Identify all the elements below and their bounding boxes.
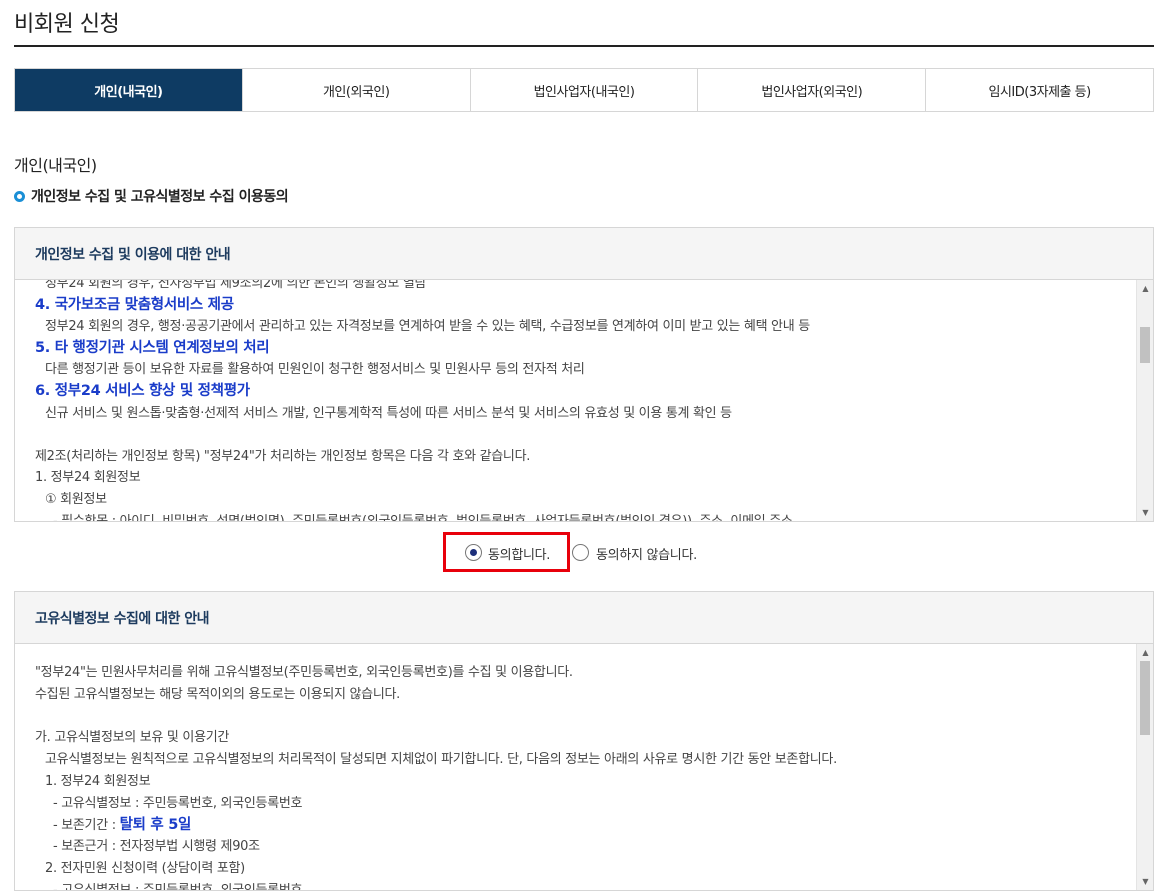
tab-korean-corporation[interactable]: 법인사업자(내국인) xyxy=(469,69,698,111)
text-line: - 보존기간 : 탈퇴 후 5일 xyxy=(35,815,1123,837)
text-line: 정부24 회원의 경우, 전자정부법 제9조의2에 의한 본인의 생활정보 열람 xyxy=(45,280,427,291)
text-line: ① 회원정보 xyxy=(45,491,107,507)
text-line: 수집된 고유식별정보는 해당 목적이외의 용도로는 이용되지 않습니다. xyxy=(35,686,400,702)
unique-id-info-panel: 고유식별정보 수집에 대한 안내 "정부24"는 민원사무처리를 위해 고유식별… xyxy=(14,591,1154,891)
agree-label[interactable]: 동의합니다. xyxy=(488,544,550,563)
text-line: 고유식별정보는 원칙적으로 고유식별정보의 처리목적이 달성되면 지체없이 파기… xyxy=(45,752,837,768)
disagree-label[interactable]: 동의하지 않습니다. xyxy=(596,544,697,563)
tab-foreign-individual[interactable]: 개인(외국인) xyxy=(241,69,470,111)
tab-foreign-corporation[interactable]: 법인사업자(외국인) xyxy=(697,69,926,111)
subsection-heading: 개인정보 수집 및 고유식별정보 수집 이용동의 xyxy=(14,186,289,206)
disagree-radio[interactable] xyxy=(572,544,589,561)
retention-period-value: 탈퇴 후 5일 xyxy=(119,816,192,833)
section-heading: 개인(내국인) xyxy=(14,156,97,175)
scroll-thumb[interactable] xyxy=(1140,327,1150,363)
scroll-up-icon[interactable]: ▲ xyxy=(1137,644,1153,661)
text-line: - 고유식별정보 : 주민등록번호, 외국인등록번호 xyxy=(35,880,1123,890)
tab-temporary-id[interactable]: 임시ID(3자제출 등) xyxy=(925,69,1153,111)
subsection-label: 개인정보 수집 및 고유식별정보 수집 이용동의 xyxy=(31,189,289,205)
unique-id-scroll-area[interactable]: "정부24"는 민원사무처리를 위해 고유식별정보(주민등록번호, 외국인등록번… xyxy=(15,644,1153,890)
scroll-thumb[interactable] xyxy=(1140,661,1150,735)
privacy-scrollbar[interactable]: ▲ ▼ xyxy=(1136,280,1153,521)
privacy-section-heading: 4. 국가보조금 맞춤형서비스 제공 xyxy=(35,296,234,313)
title-divider xyxy=(14,45,1154,47)
text-line: 제2조(처리하는 개인정보 항목) "정부24"가 처리하는 개인정보 항목은 … xyxy=(35,448,531,464)
text-line: 2. 전자민원 신청이력 (상담이력 포함) xyxy=(45,861,245,877)
text-line: - 고유식별정보 : 주민등록번호, 외국인등록번호 xyxy=(53,795,303,811)
privacy-info-panel: 개인정보 수집 및 이용에 대한 안내 정부24 회원의 경우, 전자정부법 제… xyxy=(14,227,1154,522)
page-title: 비회원 신청 xyxy=(14,12,120,37)
tab-korean-individual[interactable]: 개인(내국인) xyxy=(15,69,242,111)
text-line: 가. 고유식별정보의 보유 및 이용기간 xyxy=(35,730,230,746)
privacy-section-heading: 6. 정부24 서비스 향상 및 정책평가 xyxy=(35,382,250,399)
scroll-down-icon[interactable]: ▼ xyxy=(1137,504,1153,521)
text-line xyxy=(35,706,1123,728)
privacy-panel-title: 개인정보 수집 및 이용에 대한 안내 xyxy=(15,228,1153,280)
text-line xyxy=(35,424,1123,446)
bullet-ring-icon xyxy=(14,190,25,202)
text-line: 다른 행정기관 등이 보유한 자료를 활용하여 민원인이 청구한 행정서비스 및… xyxy=(45,362,585,378)
member-type-tabs: 개인(내국인) 개인(외국인) 법인사업자(내국인) 법인사업자(외국인) 임시… xyxy=(14,68,1154,112)
text-line: 1. 정부24 회원정보 xyxy=(45,773,151,789)
text-line: - 보존근거 : 전자정부법 시행령 제90조 xyxy=(53,839,260,855)
privacy-text: 정부24 회원의 경우, 전자정부법 제9조의2에 의한 본인의 생활정보 열람… xyxy=(15,280,1153,521)
unique-id-text: "정부24"는 민원사무처리를 위해 고유식별정보(주민등록번호, 외국인등록번… xyxy=(15,644,1153,890)
text-line: 신규 서비스 및 원스톱·맞춤형·선제적 서비스 개발, 인구통계학적 특성에 … xyxy=(45,405,732,421)
text-line: 정부24 회원의 경우, 행정·공공기관에서 관리하고 있는 자격정보를 연계하… xyxy=(45,319,810,335)
privacy-scroll-area[interactable]: 정부24 회원의 경우, 전자정부법 제9조의2에 의한 본인의 생활정보 열람… xyxy=(15,280,1153,521)
agree-radio[interactable] xyxy=(465,544,482,561)
unique-id-panel-title: 고유식별정보 수집에 대한 안내 xyxy=(15,592,1153,644)
scroll-down-icon[interactable]: ▼ xyxy=(1137,873,1153,890)
text-line: "정부24"는 민원사무처리를 위해 고유식별정보(주민등록번호, 외국인등록번… xyxy=(35,665,573,680)
retention-period-label: - 보존기간 : xyxy=(53,817,120,833)
text-line: - 필수항목 : 아이디, 비밀번호, 성명(법인명), 주민등록번호(외국인등… xyxy=(35,511,1123,521)
text-line: 1. 정부24 회원정보 xyxy=(35,470,141,486)
scroll-up-icon[interactable]: ▲ xyxy=(1137,280,1153,297)
unique-id-scrollbar[interactable]: ▲ ▼ xyxy=(1136,644,1153,890)
privacy-section-heading: 5. 타 행정기관 시스템 연계정보의 처리 xyxy=(35,339,270,356)
agreement-radio-group: 동의합니다. 동의하지 않습니다. xyxy=(0,532,1169,572)
